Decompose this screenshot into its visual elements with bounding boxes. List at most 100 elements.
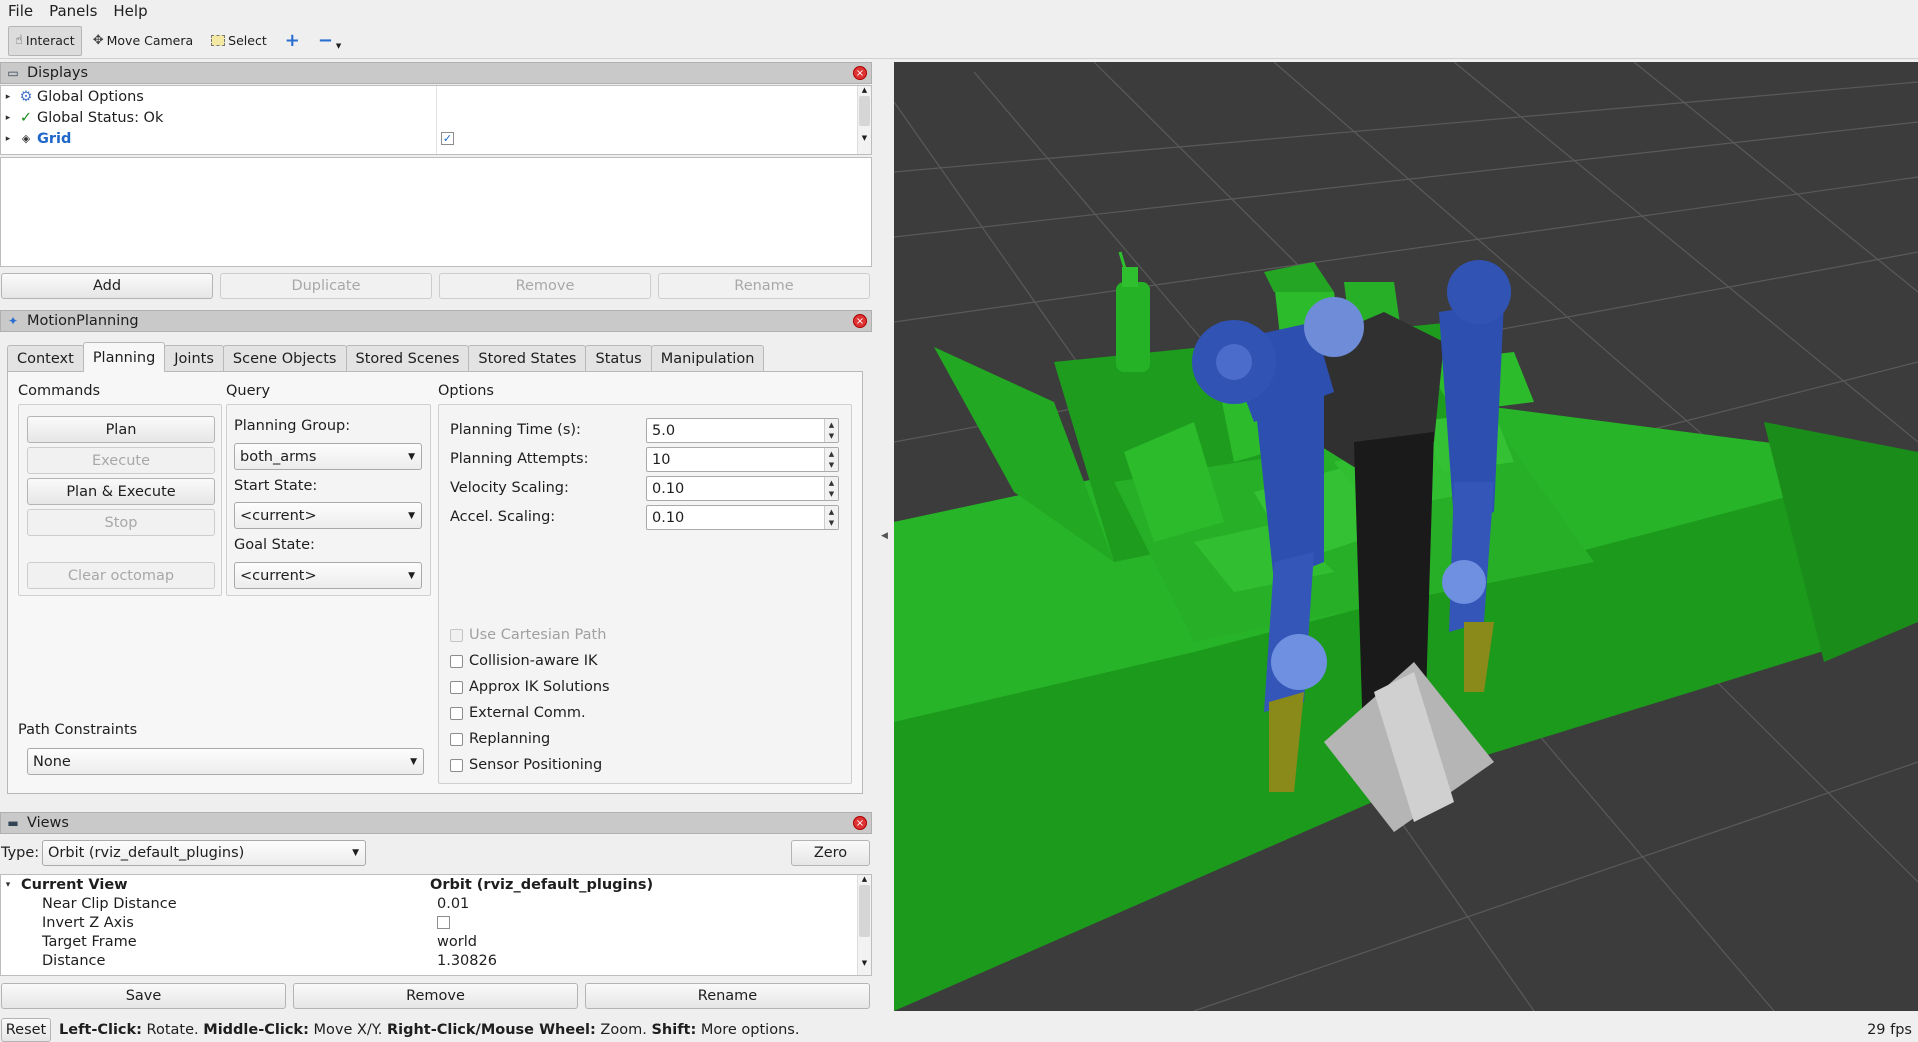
accel-scaling-input[interactable]: 0.10 ▲ ▼ bbox=[646, 505, 839, 530]
view-prop-row[interactable]: Target Frame world bbox=[1, 932, 871, 951]
camera-icon: ▬ bbox=[7, 816, 19, 830]
remove-tool-button[interactable]: − ▼ bbox=[311, 26, 348, 56]
duplicate-display-button[interactable]: Duplicate bbox=[220, 273, 432, 299]
spin-arrows-icon[interactable]: ▲ ▼ bbox=[824, 419, 838, 442]
spin-arrows-icon[interactable]: ▲ ▼ bbox=[824, 477, 838, 500]
view-type-label: Type: bbox=[1, 845, 40, 861]
close-icon[interactable]: × bbox=[853, 314, 867, 328]
view-prop-row[interactable]: Invert Z Axis bbox=[1, 913, 871, 932]
views-scrollbar[interactable]: ▲ ▼ bbox=[857, 875, 871, 975]
fps-counter: 29 fps bbox=[1867, 1021, 1912, 1038]
query-label: Query bbox=[226, 383, 271, 399]
zero-button[interactable]: Zero bbox=[791, 840, 870, 866]
hand-icon: ☝ bbox=[15, 33, 23, 48]
toolbar: ☝ Interact ✥ Move Camera Select + − ▼ bbox=[0, 23, 1918, 59]
motionplanning-tabs: Context Planning Joints Scene Objects St… bbox=[7, 342, 765, 372]
display-grid[interactable]: ▸ ◈ Grid ✓ bbox=[1, 128, 871, 149]
tab-planning[interactable]: Planning bbox=[82, 342, 166, 372]
spin-arrows-icon[interactable]: ▲ ▼ bbox=[824, 448, 838, 471]
rename-display-button[interactable]: Rename bbox=[658, 273, 870, 299]
motionplanning-icon: ✦ bbox=[7, 314, 19, 328]
spin-arrows-icon[interactable]: ▲ ▼ bbox=[824, 506, 838, 529]
accel-scaling-label: Accel. Scaling: bbox=[450, 509, 556, 525]
splitter-left-arrow-icon[interactable]: ◀ bbox=[881, 531, 888, 541]
stop-button[interactable]: Stop bbox=[27, 509, 215, 536]
views-panel-header: ▬ Views × bbox=[0, 812, 872, 834]
execute-button[interactable]: Execute bbox=[27, 447, 215, 474]
add-tool-button[interactable]: + bbox=[278, 26, 307, 56]
start-state-select[interactable]: <current> ▼ bbox=[234, 502, 422, 529]
planning-attempts-input[interactable]: 10 ▲ ▼ bbox=[646, 447, 839, 472]
save-view-button[interactable]: Save bbox=[1, 983, 286, 1009]
tab-context[interactable]: Context bbox=[7, 345, 84, 372]
views-tree: ▾ Current View Orbit (rviz_default_plugi… bbox=[0, 874, 872, 976]
replanning-checkbox[interactable]: Replanning bbox=[450, 731, 550, 747]
check-icon: ✓ bbox=[19, 109, 33, 126]
hint-shift-text: More options. bbox=[696, 1021, 800, 1038]
sensor-positioning-checkbox[interactable]: Sensor Positioning bbox=[450, 757, 602, 773]
tab-status[interactable]: Status bbox=[585, 345, 652, 372]
hint-shift: Shift: bbox=[651, 1021, 697, 1038]
velocity-scaling-input[interactable]: 0.10 ▲ ▼ bbox=[646, 476, 839, 501]
3d-viewport[interactable] bbox=[894, 62, 1918, 1011]
planning-time-input[interactable]: 5.0 ▲ ▼ bbox=[646, 418, 839, 443]
menu-panels[interactable]: Panels bbox=[41, 2, 105, 20]
reset-button[interactable]: Reset bbox=[1, 1017, 51, 1042]
goal-state-select[interactable]: <current> ▼ bbox=[234, 562, 422, 589]
approx-ik-checkbox[interactable]: Approx IK Solutions bbox=[450, 679, 610, 695]
expand-icon[interactable]: ▸ bbox=[1, 113, 15, 123]
options-label: Options bbox=[438, 383, 494, 399]
tab-stored-states[interactable]: Stored States bbox=[468, 345, 587, 372]
hint-right-click: Right-Click/Mouse Wheel: bbox=[386, 1021, 596, 1038]
view-prop-row[interactable]: Distance 1.30826 bbox=[1, 951, 871, 970]
plan-execute-button[interactable]: Plan & Execute bbox=[27, 478, 215, 505]
menu-help[interactable]: Help bbox=[105, 2, 155, 20]
collision-aware-ik-checkbox[interactable]: Collision-aware IK bbox=[450, 653, 598, 669]
close-icon[interactable]: × bbox=[853, 66, 867, 80]
gear-icon: ⚙ bbox=[19, 88, 33, 105]
planning-group-select[interactable]: both_arms ▼ bbox=[234, 443, 422, 470]
minus-icon: − bbox=[317, 30, 333, 51]
expand-icon[interactable]: ▸ bbox=[1, 92, 15, 102]
tab-stored-scenes[interactable]: Stored Scenes bbox=[345, 345, 470, 372]
view-type-select[interactable]: Orbit (rviz_default_plugins) ▼ bbox=[42, 840, 366, 866]
tab-manipulation[interactable]: Manipulation bbox=[650, 345, 765, 372]
view-prop-row[interactable]: Near Clip Distance 0.01 bbox=[1, 894, 871, 913]
use-cartesian-path-checkbox[interactable]: Use Cartesian Path bbox=[450, 627, 606, 643]
scene-canvas bbox=[894, 62, 1918, 1011]
displays-scrollbar[interactable]: ▲ ▼ bbox=[857, 86, 871, 154]
remove-view-button[interactable]: Remove bbox=[293, 983, 578, 1009]
display-global-status[interactable]: ▸ ✓ Global Status: Ok bbox=[1, 107, 871, 128]
tab-joints[interactable]: Joints bbox=[164, 345, 224, 372]
commands-label: Commands bbox=[18, 383, 101, 399]
collapse-icon[interactable]: ▾ bbox=[1, 880, 15, 890]
interact-tool[interactable]: ☝ Interact bbox=[8, 25, 82, 56]
path-constraints-label: Path Constraints bbox=[18, 722, 138, 738]
current-view-row[interactable]: ▾ Current View Orbit (rviz_default_plugi… bbox=[1, 875, 871, 894]
plus-icon: + bbox=[284, 30, 300, 51]
status-bar: Reset Left-Click: Rotate. Middle-Click: … bbox=[0, 1017, 1918, 1042]
remove-display-button[interactable]: Remove bbox=[439, 273, 651, 299]
move-camera-tool[interactable]: ✥ Move Camera bbox=[86, 26, 200, 56]
path-constraints-select[interactable]: None ▼ bbox=[27, 748, 424, 775]
external-comm-checkbox[interactable]: External Comm. bbox=[450, 705, 586, 721]
displays-panel-header: ▭ Displays × bbox=[0, 62, 872, 84]
rename-view-button[interactable]: Rename bbox=[585, 983, 870, 1009]
add-display-button[interactable]: Add bbox=[1, 273, 213, 299]
grid-enabled-checkbox[interactable]: ✓ bbox=[441, 132, 454, 145]
motionplanning-title: MotionPlanning bbox=[27, 313, 139, 329]
plan-button[interactable]: Plan bbox=[27, 416, 215, 443]
display-global-options[interactable]: ▸ ⚙ Global Options bbox=[1, 86, 871, 107]
clear-octomap-button[interactable]: Clear octomap bbox=[27, 562, 215, 589]
select-tool[interactable]: Select bbox=[204, 26, 274, 56]
menu-file[interactable]: File bbox=[0, 2, 41, 20]
chevron-down-icon: ▼ bbox=[410, 756, 417, 767]
expand-icon[interactable]: ▸ bbox=[1, 134, 15, 144]
grid-icon: ◈ bbox=[21, 132, 31, 145]
monitor-icon: ▭ bbox=[7, 66, 19, 80]
motionplanning-panel-header: ✦ MotionPlanning × bbox=[0, 310, 872, 332]
invert-z-checkbox[interactable] bbox=[437, 916, 450, 929]
close-icon[interactable]: × bbox=[853, 816, 867, 830]
chevron-down-icon: ▼ bbox=[352, 848, 359, 858]
tab-scene-objects[interactable]: Scene Objects bbox=[222, 345, 347, 372]
